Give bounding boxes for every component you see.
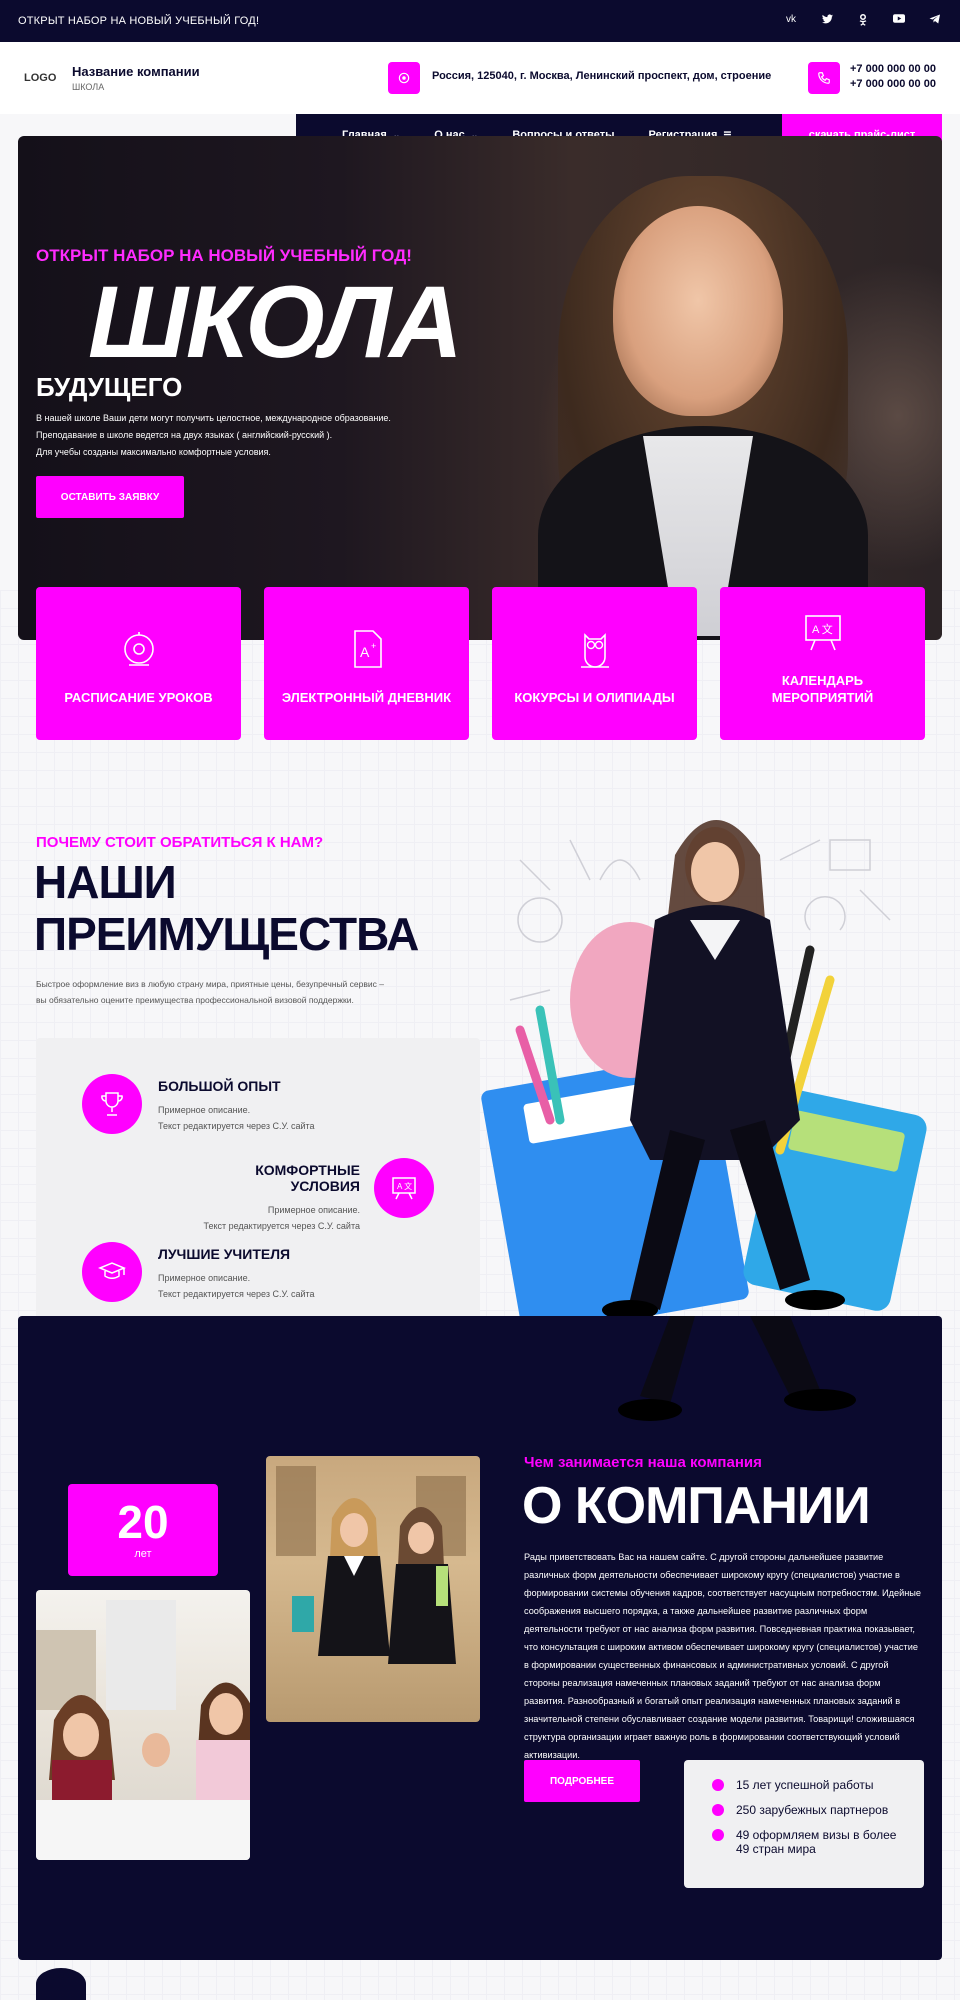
about-text: Рады приветствовать Вас на нашем сайте. … xyxy=(524,1552,921,1760)
company-sub: ШКОЛА xyxy=(72,82,105,92)
hero-photo-face xyxy=(613,206,783,416)
svg-text:+: + xyxy=(371,641,376,651)
years-unit: лет xyxy=(134,1548,152,1560)
hero-title: ШКОЛА xyxy=(88,265,463,379)
board-icon: A 文 xyxy=(374,1158,434,1218)
hero-pretitle: ОТКРЫТ НАБОР НА НОВЫЙ УЧЕБНЫЙ ГОД! xyxy=(36,246,412,265)
advantage-desc: Примерное описание. xyxy=(158,1105,251,1115)
address-text: Россия, 125040, г. Москва, Ленинский про… xyxy=(432,70,772,82)
site-header: LOGO Название компании ШКОЛА Россия, 125… xyxy=(0,42,960,114)
company-name: Название компании xyxy=(72,64,200,79)
social-links: vk xyxy=(784,13,942,29)
owl-icon xyxy=(580,633,609,668)
bell-icon xyxy=(123,632,154,666)
hero-line: Преподавание в школе ведется на двух язы… xyxy=(36,430,333,440)
svg-text:A: A xyxy=(360,644,370,660)
advantage-desc: Примерное описание. xyxy=(158,1273,251,1283)
about-title: О КОМПАНИИ xyxy=(522,1477,871,1535)
phone-icon xyxy=(808,62,840,94)
title-line: НАШИ xyxy=(34,856,177,908)
title-line: ПРЕИМУЩЕСТВА xyxy=(34,908,419,960)
stat-item: 250 зарубежных партнеров xyxy=(712,1803,924,1817)
advantage-desc: Текст редактируется через С.У. сайта xyxy=(158,1121,315,1131)
classroom-photo xyxy=(36,1590,250,1860)
card-label: ЭЛЕКТРОННЫЙ ДНЕВНИК xyxy=(281,690,452,705)
advantages-pretitle: ПОЧЕМУ СТОИТ ОБРАТИТЬСЯ К НАМ? xyxy=(36,834,324,851)
about-pretitle: Чем занимается наша компания xyxy=(524,1454,762,1471)
location-icon xyxy=(388,62,420,94)
graduation-cap-icon xyxy=(82,1242,142,1302)
advantages-description: Быстрое оформление виз в любую страну ми… xyxy=(36,976,384,1008)
stat-text: 49 оформляем визы в более 49 стран мира xyxy=(736,1828,897,1856)
odnoklassniki-icon[interactable] xyxy=(856,13,870,29)
stat-item: 49 оформляем визы в более 49 стран мира xyxy=(712,1828,902,1856)
advantage-desc: Текст редактируется через С.У. сайта xyxy=(158,1289,315,1299)
card-calendar[interactable]: A 文 КАЛЕНДАРЬ МЕРОПРИЯТИЙ xyxy=(720,587,925,740)
desc-line: вы обязательно оцените преимущества проф… xyxy=(36,995,354,1005)
hero-banner: ОТКРЫТ НАБОР НА НОВЫЙ УЧЕБНЫЙ ГОД! ШКОЛА… xyxy=(18,136,942,640)
card-schedule[interactable]: РАСПИСАНИЕ УРОКОВ xyxy=(36,587,241,740)
svg-text:A 文: A 文 xyxy=(812,622,833,636)
more-button[interactable]: ПОДРОБНЕЕ xyxy=(524,1760,640,1802)
card-diary[interactable]: A + ЭЛЕКТРОННЫЙ ДНЕВНИК xyxy=(264,587,469,740)
hero-line: Для учебы созданы максимально комфортные… xyxy=(36,447,271,457)
phone-number[interactable]: +7 000 000 00 00 xyxy=(850,62,936,77)
board-icon: A 文 xyxy=(804,615,841,651)
twitter-icon[interactable] xyxy=(820,13,834,29)
years-badge: 20 лет xyxy=(68,1484,218,1576)
hero-subtitle: БУДУЩЕГО xyxy=(36,372,183,402)
card-label: РАСПИСАНИЕ УРОКОВ xyxy=(64,690,213,705)
bullet-dot xyxy=(712,1779,724,1791)
advantage-title: БОЛЬШОЙ ОПЫТ xyxy=(158,1078,281,1094)
advantage-desc: Текст редактируется через С.У. сайта xyxy=(203,1221,360,1231)
students-photo xyxy=(266,1456,480,1722)
stat-text: 250 зарубежных партнеров xyxy=(736,1803,889,1817)
advantage-title: КОМФОРТНЫЕ УСЛОВИЯ xyxy=(255,1162,360,1194)
youtube-icon[interactable] xyxy=(892,13,906,29)
svg-text:A 文: A 文 xyxy=(397,1181,412,1191)
logo[interactable]: LOGO xyxy=(24,72,56,84)
announcement-text: ОТКРЫТ НАБОР НА НОВЫЙ УЧЕБНЫЙ ГОД! xyxy=(18,15,260,27)
top-bar: ОТКРЫТ НАБОР НА НОВЫЙ УЧЕБНЫЙ ГОД! vk xyxy=(0,0,960,42)
bullet-dot xyxy=(712,1829,724,1841)
schoolgirl-legs xyxy=(618,1316,856,1421)
telegram-icon[interactable] xyxy=(928,14,942,29)
vk-icon[interactable]: vk xyxy=(784,14,798,29)
trophy-icon xyxy=(82,1074,142,1134)
card-label: КАЛЕНДАРЬ МЕРОПРИЯТИЙ xyxy=(771,673,874,705)
bottom-decoration xyxy=(36,1968,86,2000)
advantage-item: ЛУЧШИЕ УЧИТЕЛЯ Примерное описание. Текст… xyxy=(158,1246,315,1302)
bullet-dot xyxy=(712,1804,724,1816)
advantage-desc: Примерное описание. xyxy=(267,1205,360,1215)
hero-description: В нашей школе Ваши дети могут получить ц… xyxy=(36,410,391,461)
phone-number[interactable]: +7 000 000 00 00 xyxy=(850,77,936,92)
advantages-title: НАШИ ПРЕИМУЩЕСТВА xyxy=(34,856,419,960)
card-contests[interactable]: КОКУРСЫ И ОЛИПИАДЫ xyxy=(492,587,697,740)
grade-paper-icon: A + xyxy=(353,630,382,668)
stats-box: 15 лет успешной работы 250 зарубежных па… xyxy=(684,1760,924,1888)
advantage-title: ЛУЧШИЕ УЧИТЕЛЯ xyxy=(158,1246,291,1262)
years-number: 20 xyxy=(117,1496,169,1548)
stat-text: 15 лет успешной работы xyxy=(736,1778,874,1792)
desc-line: Быстрое оформление виз в любую страну ми… xyxy=(36,979,384,989)
company-block: Название компании ШКОЛА xyxy=(72,64,200,92)
advantage-item: БОЛЬШОЙ ОПЫТ Примерное описание. Текст р… xyxy=(158,1078,315,1134)
stat-item: 15 лет успешной работы xyxy=(712,1778,924,1792)
phones-block: +7 000 000 00 00 +7 000 000 00 00 xyxy=(850,62,936,92)
advantage-item: КОМФОРТНЫЕ УСЛОВИЯ Примерное описание. Т… xyxy=(190,1162,360,1234)
hero-line: В нашей школе Ваши дети могут получить ц… xyxy=(36,413,391,423)
apply-button[interactable]: ОСТАВИТЬ ЗАЯВКУ xyxy=(36,476,184,518)
card-label: КОКУРСЫ И ОЛИПИАДЫ xyxy=(514,690,675,705)
